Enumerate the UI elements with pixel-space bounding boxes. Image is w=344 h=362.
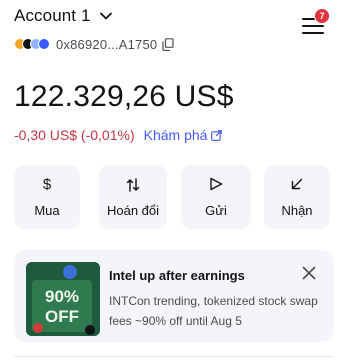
buy-button[interactable]: $ Mua [14,165,80,229]
explore-link[interactable]: Khám phá [144,127,223,143]
header: Account 1 7 [14,4,334,34]
promo-image-text-2: OFF [45,307,79,326]
swap-button[interactable]: Hoán đổi [99,165,167,229]
promo-card[interactable]: 90% OFF Intel up after earnings INTCon t… [14,250,334,342]
action-buttons: $ Mua Hoán đổi Gửi Nhận [14,165,344,229]
notification-badge: 7 [314,8,330,24]
account-address-row[interactable]: 0x86920...A1750 [14,35,174,53]
swap-button-label: Hoán đổi [106,203,160,218]
promo-description: INTCon trending, tokenized stock swap fe… [109,294,318,328]
total-balance: 122.329,26 US$ [14,80,234,113]
balance-change-row: -0,30 US$ (-0,01%) Khám phá [14,127,223,143]
promo-image-text-1: 90% [45,287,79,306]
receive-arrow-icon [291,178,303,190]
global-menu-button[interactable]: 7 [302,8,330,36]
dollar-icon: $ [42,176,52,193]
base-icon [38,38,50,50]
buy-button-label: Mua [34,203,60,218]
external-link-icon [211,129,223,141]
close-icon[interactable] [302,266,316,280]
account-name: Account 1 [14,6,91,25]
next-card-peek [14,356,334,362]
send-button[interactable]: Gửi [181,165,251,229]
copy-icon[interactable] [162,37,174,51]
receive-button-label: Nhận [281,203,313,218]
receive-button[interactable]: Nhận [264,165,330,229]
swap-arrows-icon [126,178,140,192]
account-selector[interactable]: Account 1 [14,6,113,26]
balance-change: -0,30 US$ (-0,01%) [14,127,135,143]
promo-image: 90% OFF [26,262,100,336]
network-icons [14,38,50,50]
chevron-down-icon [99,12,112,20]
promo-title: Intel up after earnings [109,268,245,283]
send-button-label: Gửi [205,203,227,218]
account-address: 0x86920...A1750 [56,36,158,52]
send-arrow-icon [210,177,223,191]
wallet-home: Account 1 7 0x86920...A1750 122.329,26 U… [0,0,344,362]
promo-graphic: 90% OFF [26,262,100,336]
explore-link-label: Khám phá [143,127,208,143]
